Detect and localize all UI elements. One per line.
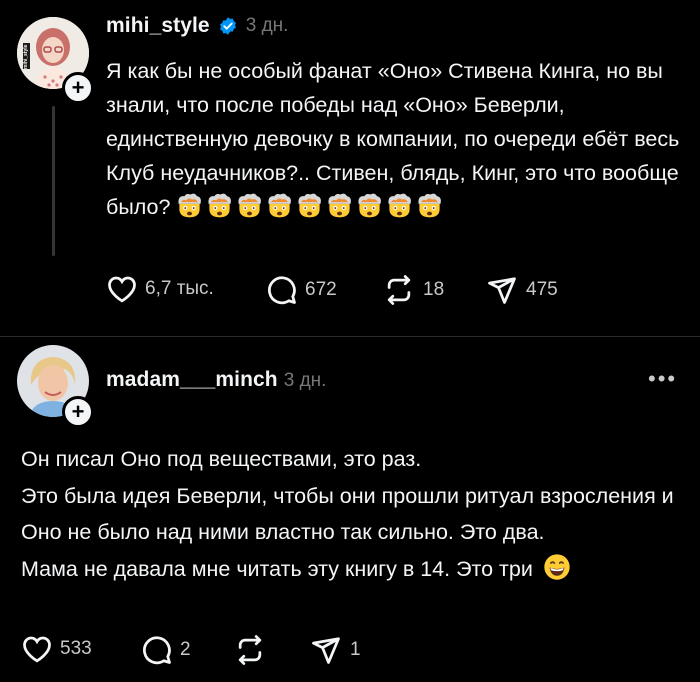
repost-count: 18 [423, 279, 445, 300]
exploding-head-icon [268, 193, 292, 218]
exploding-head-icon [418, 193, 442, 218]
reply-comment-button[interactable]: 2 [142, 635, 191, 665]
more-options-button[interactable]: ••• [648, 366, 677, 392]
exploding-head-icon [208, 193, 232, 218]
heart-icon [23, 636, 51, 663]
thread-line [52, 106, 55, 256]
exploding-head-icon [358, 193, 382, 218]
repost-icon [238, 635, 262, 665]
comment-button[interactable]: 672 [267, 275, 337, 305]
reply-repost-button[interactable] [234, 635, 274, 665]
divider [0, 336, 700, 337]
reply-time: 3 дн. [283, 370, 327, 391]
reply-comment-count: 2 [180, 639, 191, 660]
exploding-head-icon [178, 193, 202, 218]
reply-text: Он писал Оно под веществами, это раз. Эт… [21, 441, 681, 587]
like-count: 6,7 тыс. [145, 278, 214, 299]
grinning-face-icon [544, 554, 570, 580]
reply-username[interactable]: madam___minch [106, 368, 278, 392]
reply-line-2: Это была идея Беверли, чтобы они прошли … [21, 484, 674, 544]
avatar-badge: mihi_style [23, 44, 29, 69]
post-header: mihi_style 3 дн. [106, 14, 288, 38]
send-icon [312, 637, 340, 664]
reply-share-button[interactable]: 1 [310, 635, 361, 665]
follow-plus-button[interactable]: + [62, 72, 94, 104]
reply-line-3: Мама не давала мне читать эту книгу в 14… [21, 551, 681, 587]
comment-icon [143, 636, 171, 665]
verified-badge-icon [219, 17, 236, 35]
reply-line-3-text: Мама не давала мне читать эту книгу в 14… [21, 557, 533, 581]
share-button[interactable]: 475 [486, 275, 558, 305]
repost-icon [387, 275, 411, 305]
exploding-head-icon [328, 193, 352, 218]
post-text: Я как бы не особый фанат «Оно» Стивена К… [106, 54, 686, 224]
reply-header: madam___minch 3 дн. [106, 368, 326, 392]
plus-icon: + [71, 75, 85, 100]
comment-icon [268, 276, 296, 305]
post-time: 3 дн. [245, 15, 289, 36]
repost-button[interactable]: 18 [383, 275, 444, 305]
reply-line-1: Он писал Оно под веществами, это раз. [21, 447, 422, 471]
username[interactable]: mihi_style [106, 14, 210, 38]
heart-icon [108, 276, 136, 303]
share-count: 475 [526, 279, 558, 300]
reply-like-count: 533 [60, 638, 92, 659]
exploding-head-icon [238, 193, 262, 218]
comment-count: 672 [305, 279, 337, 300]
reply-share-count: 1 [350, 639, 361, 660]
exploding-head-icon [298, 193, 322, 218]
emoji-row [176, 193, 446, 219]
plus-icon: + [71, 399, 85, 424]
reply-follow-plus-button[interactable]: + [62, 396, 94, 428]
like-button[interactable]: 6,7 тыс. [107, 275, 214, 303]
reply-like-button[interactable]: 533 [22, 635, 92, 663]
send-icon [488, 277, 516, 304]
exploding-head-icon [388, 193, 412, 218]
